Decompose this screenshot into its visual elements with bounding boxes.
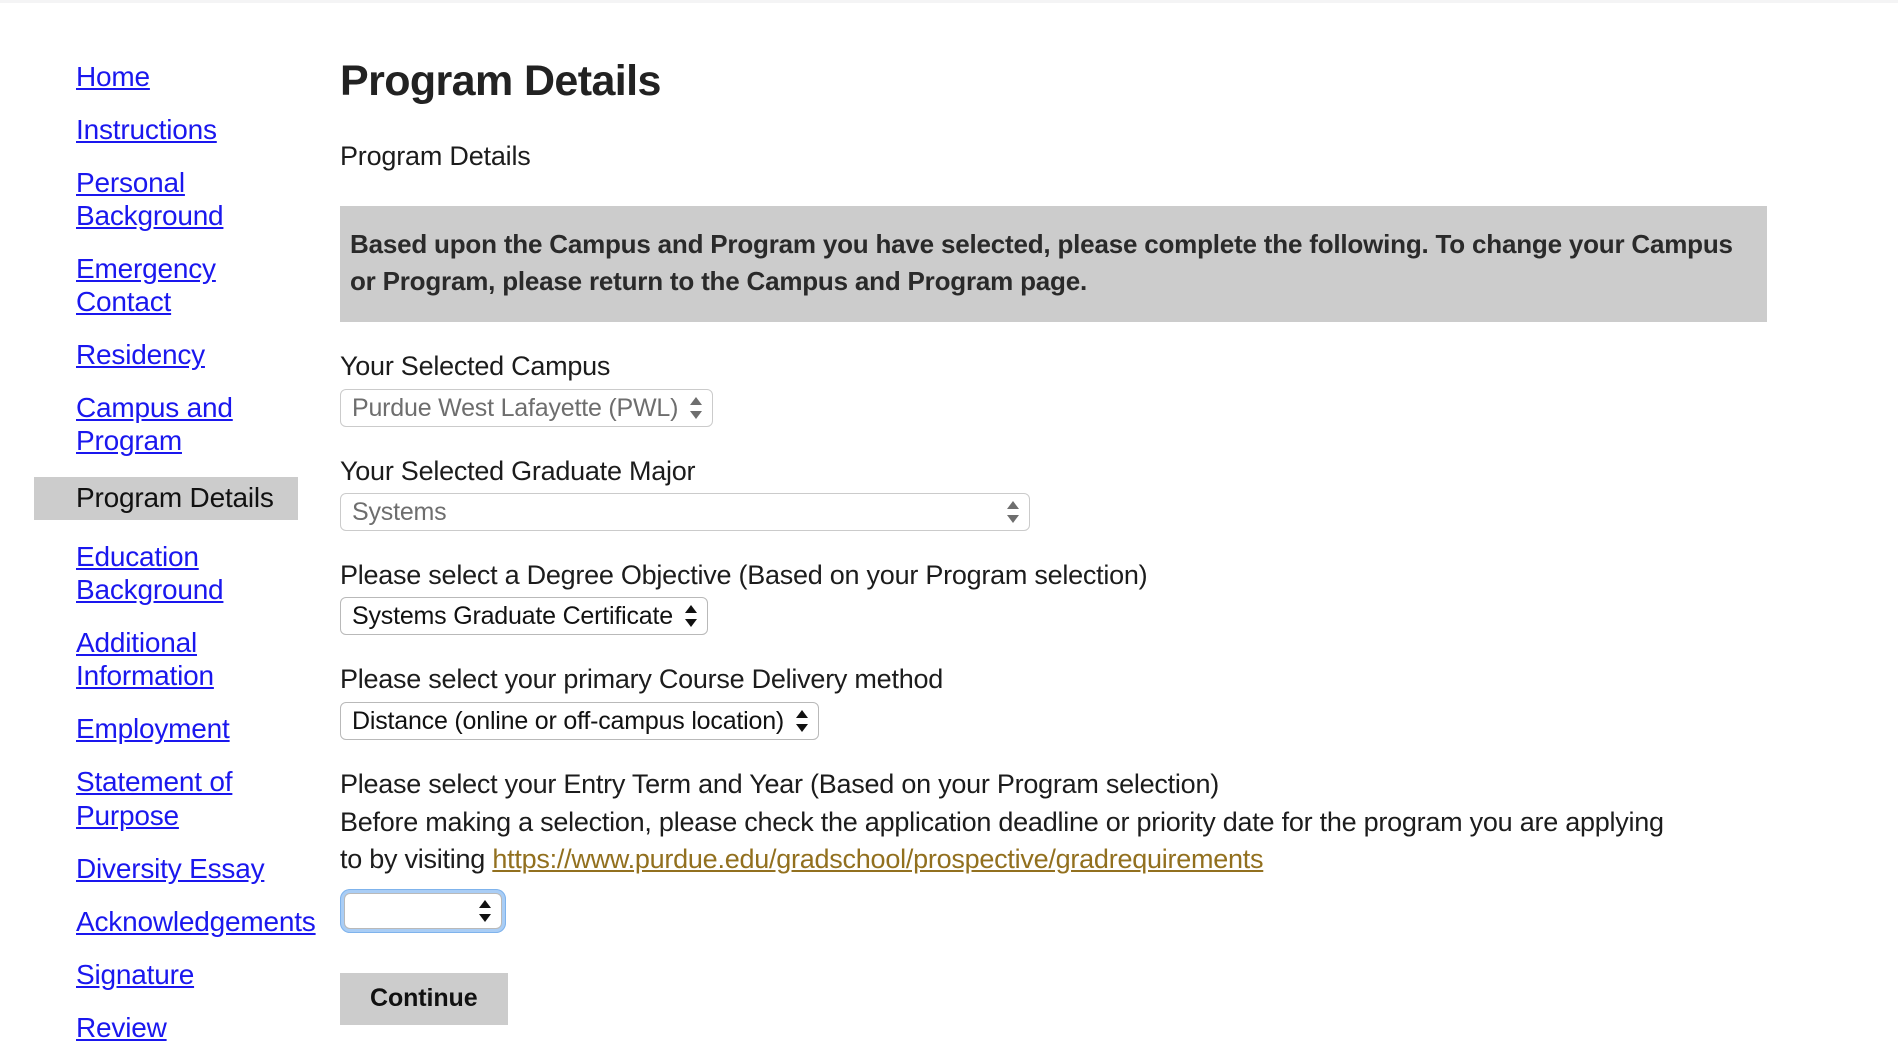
entry-term-label-line-3: to by visiting https://www.purdue.edu/gr… [340, 841, 1870, 879]
sidebar-item-education-background[interactable]: Education Background [0, 540, 310, 606]
entry-term-select[interactable] [344, 893, 502, 930]
gradrequirements-link[interactable]: https://www.purdue.edu/gradschool/prospe… [492, 844, 1263, 874]
sidebar-item-program-details[interactable]: Program Details [34, 477, 298, 521]
sidebar-item-label: Program Details [76, 482, 274, 514]
sidebar-item-instructions[interactable]: Instructions [0, 113, 310, 146]
continue-button[interactable]: Continue [340, 973, 508, 1026]
main-content: Program Details Program Details Based up… [340, 57, 1870, 1026]
application-sidebar-nav: Home Instructions Personal Background Em… [0, 60, 316, 1064]
chevron-updown-icon [479, 898, 492, 924]
field-label: Your Selected Campus [340, 351, 611, 382]
field-selected-graduate-major: Your Selected Graduate Major Systems [340, 453, 1870, 531]
entry-term-label-line-2-text: Before making a selection, please check … [340, 806, 1664, 837]
sidebar-item-acknowledgements[interactable]: Acknowledgements [0, 905, 316, 938]
chevron-updown-icon [1007, 499, 1020, 525]
application-page: Home Instructions Personal Background Em… [0, 0, 1898, 1043]
campus-select-value: Purdue West Lafayette (PWL) [352, 393, 679, 422]
field-degree-objective: Please select a Degree Objective (Based … [340, 557, 1870, 636]
field-selected-campus: Your Selected Campus Purdue West Lafayet… [340, 348, 1870, 427]
sidebar-item-emergency-contact[interactable]: Emergency Contact [0, 252, 310, 318]
page-subtitle: Program Details [340, 141, 531, 172]
notice-banner: Based upon the Campus and Program you ha… [340, 206, 1767, 323]
sidebar-item-personal-background[interactable]: Personal Background [0, 166, 310, 232]
course-delivery-select[interactable]: Distance (online or off-campus location) [340, 701, 820, 740]
field-label: Your Selected Graduate Major [340, 455, 696, 486]
field-entry-term-and-year: Please select your Entry Term and Year (… [340, 766, 1870, 934]
sidebar-item-additional-information[interactable]: Additional Information [0, 626, 310, 692]
sidebar-item-label[interactable]: Personal Background [0, 166, 310, 232]
degree-objective-select-value: Systems Graduate Certificate [352, 602, 673, 631]
sidebar-item-label[interactable]: Statement of Purpose [0, 765, 310, 831]
entry-term-label-line-3-text: to by visiting [340, 844, 493, 875]
chevron-updown-icon [690, 395, 703, 421]
sidebar-item-residency[interactable]: Residency [0, 338, 310, 371]
sidebar-item-campus-and-program[interactable]: Campus and Program [0, 391, 310, 457]
graduate-major-select[interactable]: Systems [340, 492, 1030, 531]
entry-term-label-line-1: Please select your Entry Term and Year (… [340, 768, 1219, 799]
degree-objective-select[interactable]: Systems Graduate Certificate [340, 597, 708, 636]
sidebar-item-label[interactable]: Diversity Essay [0, 852, 310, 885]
sidebar-item-label[interactable]: Additional Information [0, 626, 310, 692]
campus-select[interactable]: Purdue West Lafayette (PWL) [340, 388, 714, 427]
page-title: Program Details [340, 57, 661, 105]
sidebar-item-employment[interactable]: Employment [0, 712, 310, 745]
sidebar-item-diversity-essay[interactable]: Diversity Essay [0, 852, 310, 885]
sidebar-item-label[interactable]: Review [0, 1011, 310, 1044]
field-label: Please select your primary Course Delive… [340, 664, 943, 695]
sidebar-item-home[interactable]: Home [0, 60, 310, 93]
course-delivery-select-value: Distance (online or off-campus location) [352, 706, 785, 735]
entry-term-select-focus-ring [340, 889, 506, 934]
sidebar-item-label[interactable]: Instructions [0, 113, 310, 146]
entry-term-instructions: Please select your Entry Term and Year (… [340, 766, 1870, 879]
sidebar-item-label[interactable]: Campus and Program [0, 391, 310, 457]
graduate-major-select-value: Systems [352, 497, 447, 526]
sidebar-item-label[interactable]: Acknowledgements [0, 905, 316, 938]
field-label: Please select a Degree Objective (Based … [340, 559, 1148, 590]
sidebar-item-label[interactable]: Education Background [0, 540, 310, 606]
entry-term-label-line-2: Before making a selection, please check … [340, 804, 1870, 842]
chevron-updown-icon [796, 708, 809, 734]
sidebar-item-statement-of-purpose[interactable]: Statement of Purpose [0, 765, 310, 831]
sidebar-item-label[interactable]: Emergency Contact [0, 252, 310, 318]
sidebar-item-label[interactable]: Employment [0, 712, 310, 745]
sidebar-item-label[interactable]: Home [0, 60, 310, 93]
sidebar-item-review[interactable]: Review [0, 1011, 310, 1044]
sidebar-item-signature[interactable]: Signature [0, 958, 310, 991]
field-course-delivery-method: Please select your primary Course Delive… [340, 661, 1870, 740]
chevron-updown-icon [684, 603, 698, 629]
sidebar-item-label[interactable]: Residency [0, 338, 310, 371]
sidebar-item-label[interactable]: Signature [0, 958, 310, 991]
